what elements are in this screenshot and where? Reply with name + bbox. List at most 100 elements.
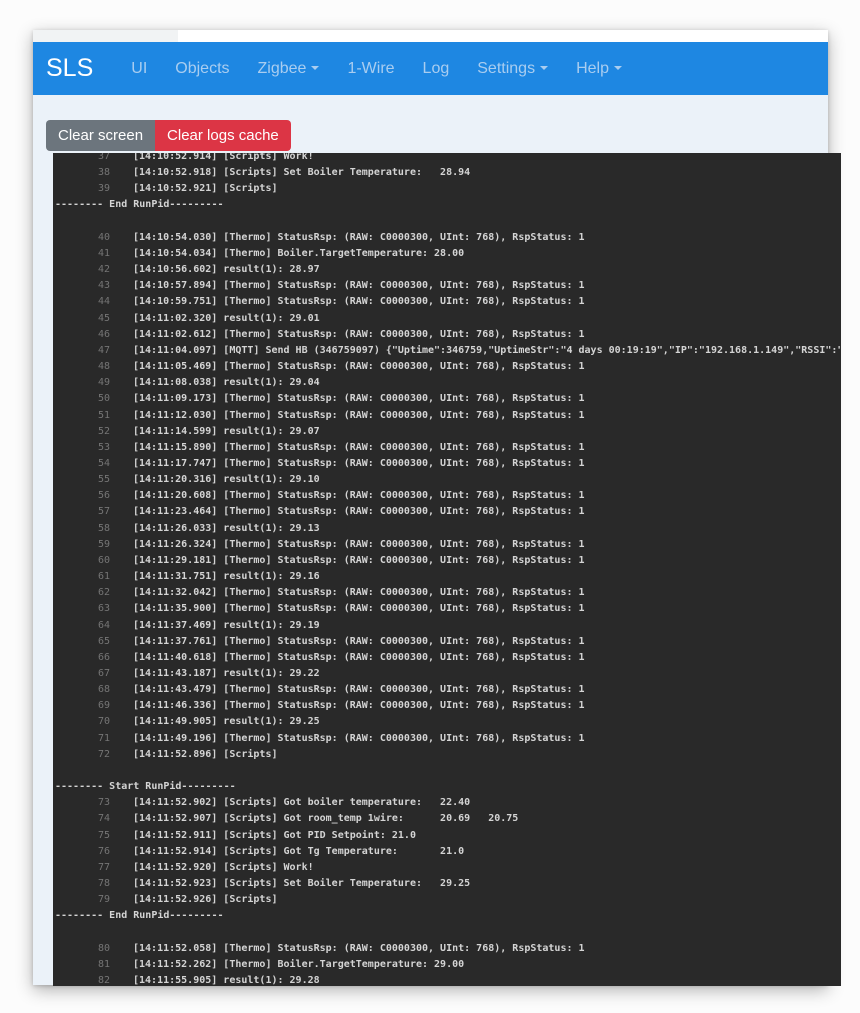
log-line-text: [14:10:52.921] [Scripts] bbox=[133, 181, 278, 197]
log-blank-line bbox=[55, 214, 841, 230]
log-line-number: 59 bbox=[55, 537, 110, 553]
log-line-text: [14:11:55.905] result(1): 29.28 bbox=[133, 973, 320, 986]
log-separator-text: -------- End RunPid--------- bbox=[55, 908, 224, 924]
log-line-number: 66 bbox=[55, 650, 110, 666]
log-line-text: [14:10:54.034] [Thermo] Boiler.TargetTem… bbox=[133, 246, 464, 262]
log-line-number: 50 bbox=[55, 391, 110, 407]
log-line-number: 44 bbox=[55, 294, 110, 310]
log-line-text: [14:11:08.038] result(1): 29.04 bbox=[133, 375, 320, 391]
log-line-text: [14:11:52.902] [Scripts] Got boiler temp… bbox=[133, 795, 470, 811]
log-line-text: [14:11:43.479] [Thermo] StatusRsp: (RAW:… bbox=[133, 682, 585, 698]
log-line: 61 [14:11:31.751] result(1): 29.16 bbox=[55, 569, 841, 585]
log-line: 48[14:11:05.469] [Thermo] StatusRsp: (RA… bbox=[55, 359, 841, 375]
log-line-text: [14:10:54.030] [Thermo] StatusRsp: (RAW:… bbox=[133, 230, 585, 246]
log-line: 69[14:11:46.336] [Thermo] StatusRsp: (RA… bbox=[55, 698, 841, 714]
log-line-text: [14:11:31.751] result(1): 29.16 bbox=[133, 569, 320, 585]
log-line-number: 63 bbox=[55, 601, 110, 617]
log-line: 45 [14:11:02.320] result(1): 29.01 bbox=[55, 311, 841, 327]
log-line-text: [14:11:52.896] [Scripts] bbox=[133, 747, 278, 763]
log-line-text: [14:11:37.761] [Thermo] StatusRsp: (RAW:… bbox=[133, 634, 585, 650]
log-line-text: [14:11:29.181] [Thermo] StatusRsp: (RAW:… bbox=[133, 553, 585, 569]
log-line-text: [14:11:52.926] [Scripts] bbox=[133, 892, 278, 908]
log-line-text: [14:11:52.262] [Thermo] Boiler.TargetTem… bbox=[133, 957, 464, 973]
log-line: 51[14:11:12.030] [Thermo] StatusRsp: (RA… bbox=[55, 408, 841, 424]
log-line-number: 80 bbox=[55, 941, 110, 957]
log-line-text: [14:11:40.618] [Thermo] StatusRsp: (RAW:… bbox=[133, 650, 585, 666]
log-line-number: 65 bbox=[55, 634, 110, 650]
log-line-number: 37 bbox=[55, 153, 110, 165]
chevron-down-icon bbox=[540, 66, 548, 70]
log-line: 81 [14:11:52.262] [Thermo] Boiler.TargetT… bbox=[55, 957, 841, 973]
log-line-text: [14:11:14.599] result(1): 29.07 bbox=[133, 424, 320, 440]
log-line-text: [14:11:09.173] [Thermo] StatusRsp: (RAW:… bbox=[133, 391, 585, 407]
log-line-number: 41 bbox=[55, 246, 110, 262]
brand-logo[interactable]: SLS bbox=[46, 54, 93, 83]
log-line: 40[14:10:54.030] [Thermo] StatusRsp: (RA… bbox=[55, 230, 841, 246]
log-line-text: [14:11:20.608] [Thermo] StatusRsp: (RAW:… bbox=[133, 488, 585, 504]
log-line: 76[14:11:52.914] [Scripts] Got Tg Temper… bbox=[55, 844, 841, 860]
log-line-text: [14:11:12.030] [Thermo] StatusRsp: (RAW:… bbox=[133, 408, 585, 424]
log-line: 73[14:11:52.902] [Scripts] Got boiler te… bbox=[55, 795, 841, 811]
nav-item-zigbee[interactable]: Zigbee bbox=[244, 52, 334, 86]
log-line-text: [14:10:59.751] [Thermo] StatusRsp: (RAW:… bbox=[133, 294, 585, 310]
nav-item-objects[interactable]: Objects bbox=[161, 52, 243, 86]
log-line: 77[14:11:52.920] [Scripts] Work! bbox=[55, 860, 841, 876]
log-line-text: [14:11:17.747] [Thermo] StatusRsp: (RAW:… bbox=[133, 456, 585, 472]
log-line-number: 78 bbox=[55, 876, 110, 892]
log-line: 38[14:10:52.918] [Scripts] Set Boiler Te… bbox=[55, 165, 841, 181]
log-line: 79[14:11:52.926] [Scripts] bbox=[55, 892, 841, 908]
log-line-text: [14:11:52.923] [Scripts] Set Boiler Temp… bbox=[133, 876, 470, 892]
log-line-number: 72 bbox=[55, 747, 110, 763]
log-line-number: 55 bbox=[55, 472, 110, 488]
log-line: 52[14:11:14.599] result(1): 29.07 bbox=[55, 424, 841, 440]
log-line: 37[14:10:52.914] [Scripts] Work! bbox=[55, 153, 841, 165]
log-separator-text: -------- Start RunPid--------- bbox=[55, 779, 236, 795]
log-line-number: 53 bbox=[55, 440, 110, 456]
log-line: 60 [14:11:29.181] [Thermo] StatusRsp: (RA… bbox=[55, 553, 841, 569]
clear-logs-cache-button[interactable]: Clear logs cache bbox=[155, 120, 291, 151]
nav-item-log[interactable]: Log bbox=[409, 52, 464, 86]
log-line: 49 [14:11:08.038] result(1): 29.04 bbox=[55, 375, 841, 391]
log-line-number: 61 bbox=[55, 569, 110, 585]
log-line: 54[14:11:17.747] [Thermo] StatusRsp: (RA… bbox=[55, 456, 841, 472]
log-line: 59 [14:11:26.324] [Thermo] StatusRsp: (RA… bbox=[55, 537, 841, 553]
log-line: 68[14:11:43.479] [Thermo] StatusRsp: (RA… bbox=[55, 682, 841, 698]
log-console[interactable]: 37[14:10:52.914] [Scripts] Work!38[14:10… bbox=[53, 153, 841, 986]
log-line: 62[14:11:32.042] [Thermo] StatusRsp: (RA… bbox=[55, 585, 841, 601]
nav-item-settings[interactable]: Settings bbox=[463, 52, 562, 86]
nav-item-help[interactable]: Help bbox=[562, 52, 636, 86]
nav-item-ui[interactable]: UI bbox=[117, 52, 161, 86]
chevron-down-icon bbox=[614, 66, 622, 70]
page-content: Clear screen Clear logs cache 37 [14:10:5… bbox=[33, 95, 828, 986]
app-window: SLS UIObjectsZigbee1-WireLogSettingsHelp… bbox=[33, 30, 828, 985]
log-line-text: [14:11:43.187] result(1): 29.22 bbox=[133, 666, 320, 682]
log-line-number: 46 bbox=[55, 327, 110, 343]
log-line-text: [14:10:57.894] [Thermo] StatusRsp: (RAW:… bbox=[133, 278, 585, 294]
log-line: 82[14:11:55.905] result(1): 29.28 bbox=[55, 973, 841, 986]
log-line-text: [14:11:04.097] [MQTT] Send HB (346759097… bbox=[133, 343, 841, 359]
log-line-number: 75 bbox=[55, 828, 110, 844]
log-blank-line bbox=[55, 763, 841, 779]
log-blank-line bbox=[55, 925, 841, 941]
log-separator-text: -------- End RunPid--------- bbox=[55, 197, 224, 213]
log-line-number: 49 bbox=[55, 375, 110, 391]
log-line-number: 81 bbox=[55, 957, 110, 973]
log-line: 44 [14:10:59.751] [Thermo] StatusRsp: (RA… bbox=[55, 294, 841, 310]
nav-item-1-wire[interactable]: 1-Wire bbox=[333, 52, 408, 86]
log-line-text: [14:11:49.196] [Thermo] StatusRsp: (RAW:… bbox=[133, 731, 585, 747]
log-line-number: 38 bbox=[55, 165, 110, 181]
log-line: 50 [14:11:09.173] [Thermo] StatusRsp: (RA… bbox=[55, 391, 841, 407]
log-line-text: [14:11:23.464] [Thermo] StatusRsp: (RAW:… bbox=[133, 504, 585, 520]
clear-screen-button[interactable]: Clear screen bbox=[46, 120, 155, 151]
log-line-text: [14:11:02.320] result(1): 29.01 bbox=[133, 311, 320, 327]
log-lines: 37[14:10:52.914] [Scripts] Work!38[14:10… bbox=[53, 153, 841, 986]
log-line-number: 67 bbox=[55, 666, 110, 682]
log-toolbar: Clear screen Clear logs cache bbox=[46, 120, 291, 151]
log-line-number: 71 bbox=[55, 731, 110, 747]
log-line-text: [14:11:15.890] [Thermo] StatusRsp: (RAW:… bbox=[133, 440, 585, 456]
log-line-number: 39 bbox=[55, 181, 110, 197]
log-line-number: 45 bbox=[55, 311, 110, 327]
log-line: 46[14:11:02.612] [Thermo] StatusRsp: (RA… bbox=[55, 327, 841, 343]
log-line-text: [14:11:26.324] [Thermo] StatusRsp: (RAW:… bbox=[133, 537, 585, 553]
log-line-number: 60 bbox=[55, 553, 110, 569]
